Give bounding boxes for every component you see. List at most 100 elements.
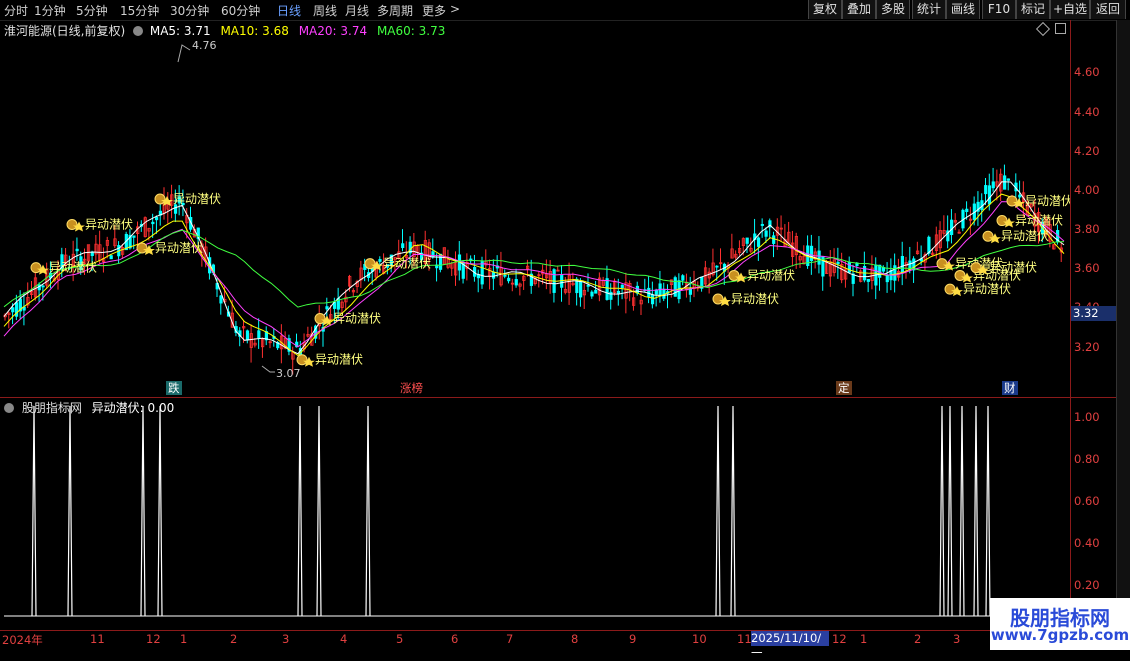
high-price-label: 4.76 bbox=[192, 39, 217, 52]
date-label: 10 bbox=[692, 632, 707, 646]
ma-line-ma20 bbox=[3, 201, 1065, 348]
signal-marker[interactable]: 异动潜伏 bbox=[296, 353, 363, 367]
date-axis-divider bbox=[0, 630, 1116, 631]
chevron-down-icon[interactable] bbox=[133, 26, 144, 36]
candle bbox=[582, 283, 587, 310]
period-15min[interactable]: 15分钟 bbox=[120, 2, 159, 19]
candle bbox=[590, 290, 594, 299]
event-marker[interactable]: 财 bbox=[1002, 381, 1018, 395]
candle bbox=[469, 255, 473, 264]
signal-label: 异动潜伏 bbox=[1015, 214, 1063, 228]
event-marker[interactable]: 涨榜 bbox=[398, 381, 425, 395]
signal-marker[interactable]: 异动潜伏 bbox=[1006, 194, 1070, 208]
indicator-value: 异动潜伏: 0.00 bbox=[91, 401, 175, 415]
low-price-label: 3.07 bbox=[276, 367, 301, 380]
ma5-label: MA5: 3.71 bbox=[149, 24, 211, 38]
price-tick: 4.40 bbox=[1074, 105, 1100, 119]
candle bbox=[94, 234, 98, 262]
signal-marker[interactable]: 异动潜伏 bbox=[30, 261, 97, 275]
signal-marker[interactable]: 异动潜伏 bbox=[154, 192, 221, 206]
period-monthly[interactable]: 月线 bbox=[345, 2, 369, 19]
date-label: 12 bbox=[832, 632, 847, 646]
candle bbox=[401, 229, 405, 252]
date-label: 9 bbox=[629, 632, 637, 646]
signal-label: 异动潜伏 bbox=[155, 241, 203, 255]
mark-button[interactable]: 标记 bbox=[1016, 0, 1050, 19]
signal-marker[interactable]: 异动潜伏 bbox=[712, 292, 779, 306]
date-label: 7 bbox=[506, 632, 514, 646]
indicator-spike bbox=[973, 405, 979, 617]
candle bbox=[832, 248, 836, 277]
period-more[interactable]: 更多 bbox=[422, 2, 446, 19]
fuquan-button[interactable]: 复权 bbox=[808, 0, 842, 19]
candle bbox=[257, 318, 261, 349]
signal-label: 异动潜伏 bbox=[85, 217, 133, 231]
period-daily[interactable]: 日线 bbox=[277, 2, 301, 19]
candle bbox=[840, 252, 844, 284]
signal-label: 异动潜伏 bbox=[315, 353, 363, 367]
signal-label: 异动潜伏 bbox=[747, 268, 795, 282]
event-marker[interactable]: 定 bbox=[836, 381, 852, 395]
candle bbox=[844, 260, 848, 288]
indicator-tick: 0.60 bbox=[1074, 494, 1100, 508]
candle bbox=[552, 268, 556, 303]
candle bbox=[510, 278, 515, 292]
multi-stock-button[interactable]: 多股 bbox=[876, 0, 910, 19]
indicator-spike bbox=[715, 405, 721, 617]
candle bbox=[306, 326, 310, 338]
date-label: 11 bbox=[90, 632, 105, 646]
candle bbox=[234, 321, 238, 337]
restore-icon[interactable] bbox=[1055, 23, 1066, 34]
date-label: 6 bbox=[451, 632, 459, 646]
period-30min[interactable]: 30分钟 bbox=[170, 2, 209, 19]
main-price-chart[interactable]: 异动潜伏异动潜伏异动潜伏异动潜伏异动潜伏异动潜伏异动潜伏异动潜伏异动潜伏异动潜伏… bbox=[0, 20, 1070, 397]
draw-line-button[interactable]: 画线 bbox=[946, 0, 980, 19]
candle bbox=[703, 260, 708, 287]
candle bbox=[900, 241, 905, 286]
signal-marker[interactable]: 异动潜伏 bbox=[944, 282, 1011, 297]
period-multi[interactable]: 多周期 bbox=[377, 2, 413, 19]
f10-button[interactable]: F10 bbox=[982, 0, 1016, 19]
indicator-chart[interactable] bbox=[0, 398, 1070, 630]
signal-label: 异动潜伏 bbox=[963, 282, 1011, 296]
candle bbox=[249, 324, 253, 363]
signal-marker[interactable]: 异动潜伏 bbox=[136, 241, 203, 255]
signal-label: 异动潜伏 bbox=[333, 312, 381, 326]
candle bbox=[268, 339, 272, 349]
candle bbox=[722, 262, 727, 285]
period-60min[interactable]: 60分钟 bbox=[221, 2, 260, 19]
candle bbox=[544, 259, 549, 290]
stock-title: 淮河能源(日线,前复权) bbox=[4, 24, 126, 38]
chevron-right-icon[interactable]: > bbox=[450, 2, 460, 16]
event-marker[interactable]: 跌 bbox=[166, 381, 182, 395]
candle bbox=[658, 270, 662, 303]
candle bbox=[821, 256, 825, 291]
signal-marker[interactable]: 异动潜伏 bbox=[364, 257, 431, 271]
period-1min[interactable]: 1分钟 bbox=[34, 2, 66, 19]
signal-marker[interactable]: 异动潜伏 bbox=[996, 214, 1063, 228]
candle bbox=[851, 264, 855, 297]
candle bbox=[874, 257, 878, 300]
statistics-button[interactable]: 统计 bbox=[912, 0, 946, 19]
signal-label: 异动潜伏 bbox=[173, 192, 221, 206]
period-5min[interactable]: 5分钟 bbox=[76, 2, 108, 19]
candle bbox=[454, 251, 458, 286]
side-scrollbar[interactable] bbox=[1116, 20, 1130, 650]
candle bbox=[836, 247, 840, 279]
chevron-down-icon[interactable] bbox=[4, 403, 14, 413]
period-fenshi[interactable]: 分时 bbox=[4, 2, 28, 19]
period-weekly[interactable]: 周线 bbox=[313, 2, 337, 19]
signal-marker[interactable]: 异动潜伏 bbox=[728, 268, 795, 283]
candle bbox=[817, 236, 821, 274]
ma20-label: MA20: 3.74 bbox=[298, 24, 368, 38]
date-label: 3 bbox=[953, 632, 961, 646]
signal-marker[interactable]: 异动潜伏 bbox=[982, 229, 1049, 244]
back-button[interactable]: 返回 bbox=[1090, 0, 1126, 19]
candle bbox=[567, 262, 571, 305]
signal-marker[interactable]: 异动潜伏 bbox=[66, 217, 133, 232]
date-label: 5 bbox=[396, 632, 404, 646]
candle bbox=[245, 329, 250, 344]
indicator-spike bbox=[140, 405, 146, 617]
overlay-button[interactable]: 叠加 bbox=[842, 0, 876, 19]
add-watchlist-button[interactable]: +自选 bbox=[1050, 0, 1090, 19]
